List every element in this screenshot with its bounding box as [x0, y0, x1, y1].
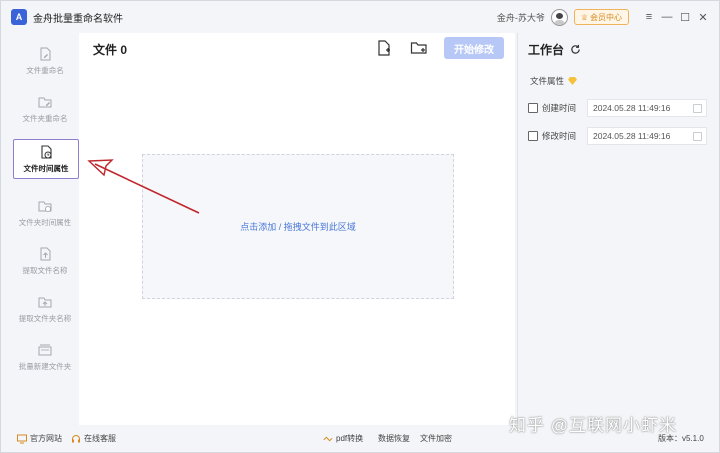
- folder-upload-icon: [38, 297, 52, 307]
- workbench-title-text: 工作台: [528, 43, 565, 57]
- workbench-title: 工作台: [528, 41, 581, 58]
- app-logo-icon: A: [11, 9, 27, 25]
- start-modify-button[interactable]: 开始修改: [444, 37, 504, 59]
- folder-edit-icon: [38, 97, 52, 107]
- file-attributes-label: 文件属性: [530, 76, 565, 86]
- sidebar-item-label: 提取文件夹名称: [18, 313, 72, 323]
- data-recovery-link[interactable]: 数据恢复: [378, 425, 410, 452]
- data-recovery-label: 数据恢复: [378, 434, 410, 443]
- file-drop-zone[interactable]: 点击添加 / 拖拽文件到此区域: [142, 154, 454, 299]
- maximize-icon[interactable]: ☐: [677, 9, 693, 25]
- modified-time-value: 2024.05.28 11:49:16: [593, 131, 671, 141]
- sidebar-item-batch-new-folder[interactable]: 批量新建文件夹: [11, 337, 79, 377]
- sidebar-item-label: 文件夹重命名: [22, 113, 68, 123]
- created-time-label: 创建时间: [542, 103, 577, 113]
- avatar[interactable]: [550, 8, 568, 26]
- refresh-icon[interactable]: [570, 44, 581, 55]
- file-attributes-section: 文件属性: [530, 75, 577, 87]
- created-time-input[interactable]: 2024.05.28 11:49:16: [587, 99, 707, 117]
- minimize-icon[interactable]: —: [659, 9, 675, 25]
- created-time-row: 创建时间 2024.05.28 11:49:16: [528, 98, 708, 118]
- vip-center-button[interactable]: ♕ 会员中心: [573, 9, 629, 25]
- headset-icon: [72, 434, 80, 442]
- calendar-icon[interactable]: [693, 104, 702, 113]
- sidebar-item-folder-time-attr[interactable]: 文件夹时间属性: [11, 193, 79, 233]
- file-clock-icon: [41, 144, 52, 159]
- app-window: A 金舟批量重命名软件 金舟-苏大爷 ♕ 会员中心 ≡ — ☐ ✕ 文件重命名 …: [0, 0, 720, 453]
- user-name[interactable]: 金舟-苏大爷: [497, 11, 545, 24]
- file-encrypt-label: 文件加密: [420, 434, 452, 443]
- modified-time-row: 修改时间 2024.05.28 11:49:16: [528, 126, 708, 146]
- calendar-icon[interactable]: [693, 132, 702, 141]
- folder-clock-icon: [38, 201, 52, 212]
- sidebar-item-extract-file-names[interactable]: 提取文件名称: [11, 241, 79, 281]
- watermark: 知乎 @互联网小虾米: [509, 416, 677, 435]
- file-edit-icon: [40, 47, 51, 60]
- sidebar-item-extract-folder-names[interactable]: 提取文件夹名称: [11, 289, 79, 329]
- main-panel: 文件 0 开始修改 点击添加 / 拖拽文件到此区域: [79, 33, 515, 425]
- created-time-checkbox[interactable]: [528, 103, 538, 113]
- sidebar-item-folder-rename[interactable]: 文件夹重命名: [11, 89, 79, 129]
- sidebar-item-label: 文件时间属性: [23, 163, 69, 173]
- modified-time-input[interactable]: 2024.05.28 11:49:16: [587, 127, 707, 145]
- sidebar-item-label: 文件夹时间属性: [18, 217, 72, 227]
- created-time-value: 2024.05.28 11:49:16: [593, 103, 671, 113]
- dropzone-hint: 点击添加 / 拖拽文件到此区域: [240, 222, 356, 232]
- sidebar-item-label: 文件重命名: [26, 65, 64, 75]
- sidebar-item-file-rename[interactable]: 文件重命名: [11, 41, 79, 81]
- official-site-link[interactable]: 官方网站: [17, 425, 62, 452]
- file-upload-icon: [40, 247, 51, 260]
- online-service-link[interactable]: 在线客服: [71, 425, 116, 452]
- sidebar-item-label: 批量新建文件夹: [18, 361, 72, 371]
- monitor-icon: [17, 434, 27, 443]
- vip-center-label: 会员中心: [590, 12, 622, 22]
- add-folder-icon[interactable]: [410, 39, 428, 57]
- workbench-panel: 工作台 文件属性 创建时间 2024.05.28 11:49:16 修改时间 2…: [517, 33, 711, 425]
- modified-time-checkbox[interactable]: [528, 131, 538, 141]
- menu-icon[interactable]: ≡: [641, 9, 657, 25]
- modified-time-label: 修改时间: [542, 131, 577, 141]
- online-service-label: 在线客服: [84, 434, 116, 443]
- file-count-title: 文件 0: [93, 43, 128, 57]
- official-site-label: 官方网站: [30, 434, 62, 443]
- sidebar-item-label: 提取文件名称: [22, 265, 68, 275]
- app-title: 金舟批量重命名软件: [33, 13, 123, 25]
- sidebar-item-file-time-attr[interactable]: 文件时间属性: [13, 139, 79, 179]
- pdf-convert-link[interactable]: pdf转换: [323, 425, 363, 452]
- title-bar: A 金舟批量重命名软件 金舟-苏大爷 ♕ 会员中心 ≡ — ☐ ✕: [1, 1, 719, 33]
- add-file-icon[interactable]: [375, 39, 393, 57]
- title-bar-right: 金舟-苏大爷 ♕ 会员中心 ≡ — ☐ ✕: [497, 1, 719, 33]
- pdf-convert-label: pdf转换: [336, 434, 364, 443]
- link-icon: [323, 436, 333, 441]
- folder-stack-icon: [38, 344, 52, 355]
- sidebar: 文件重命名 文件夹重命名 文件时间属性 文件夹时间属性 提取文件名称 提取文件夹…: [11, 33, 79, 425]
- diamond-vip-icon: [568, 77, 577, 85]
- crown-icon: ♕: [580, 12, 588, 22]
- file-encrypt-link[interactable]: 文件加密: [420, 425, 452, 452]
- close-icon[interactable]: ✕: [695, 9, 711, 25]
